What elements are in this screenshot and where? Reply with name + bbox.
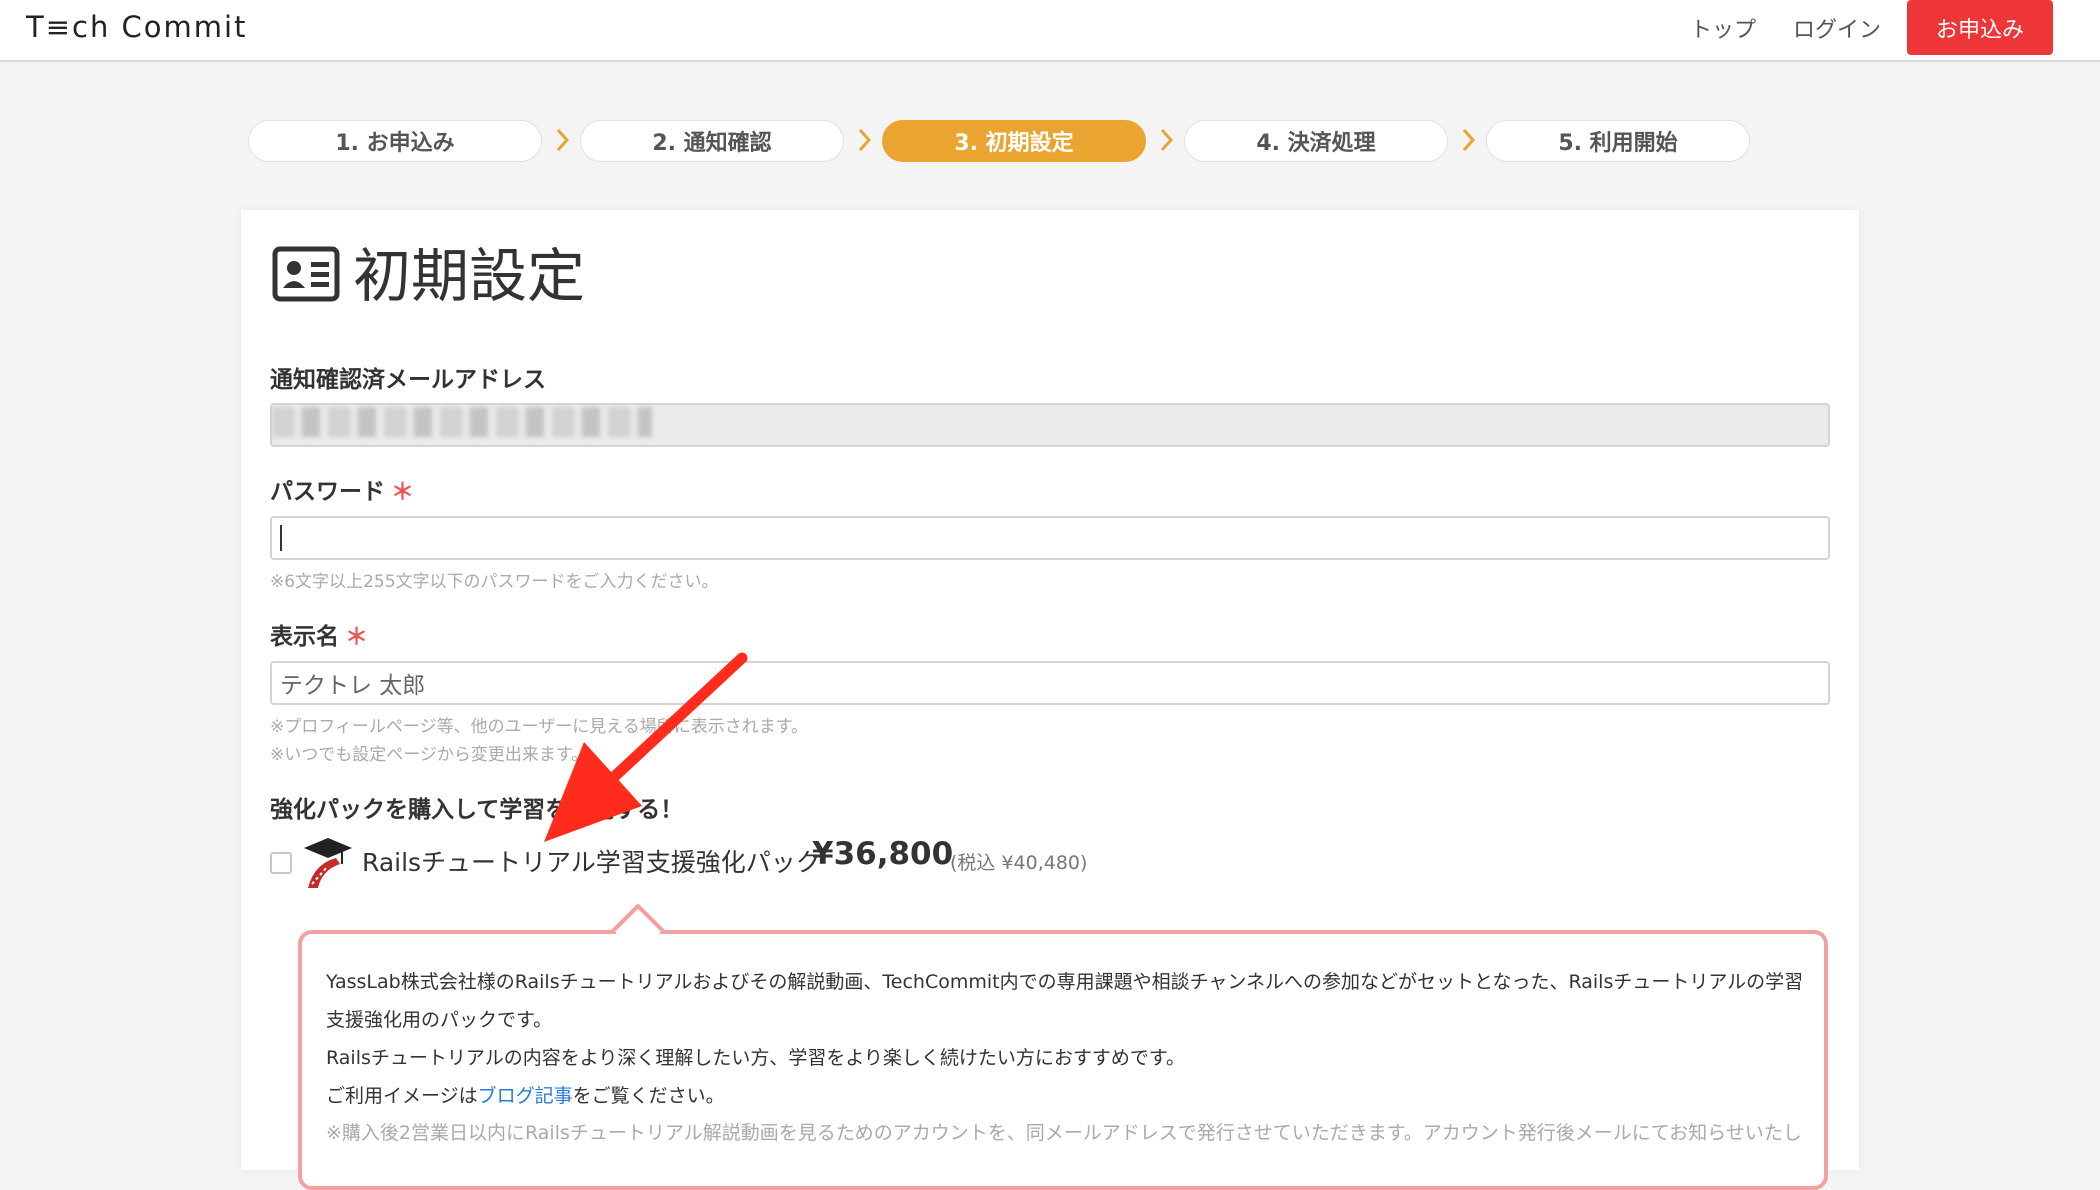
chevron-right-icon bbox=[1462, 128, 1476, 152]
display-name-placeholder: テクトレ 太郎 bbox=[280, 673, 426, 699]
required-mark: ＊ bbox=[345, 624, 368, 650]
pack-name[interactable]: Railsチュートリアル学習支援強化パック bbox=[362, 843, 821, 879]
techcommit-logo[interactable]: T≡ch Commit bbox=[26, 10, 247, 44]
usage-text-pre: ご利用イメージは bbox=[326, 1085, 478, 1107]
display-name-hint-1: ※プロフィールページ等、他のユーザーに見える場所に表示されます。 bbox=[270, 717, 809, 737]
pack-heading: 強化パックを購入して学習を強化する！ bbox=[270, 797, 684, 823]
required-mark: ＊ bbox=[391, 479, 414, 505]
nav-top-link[interactable]: トップ bbox=[1690, 12, 1756, 44]
id-card-icon bbox=[272, 246, 340, 302]
password-label-text: パスワード bbox=[270, 479, 385, 505]
display-name-label-text: 表示名 bbox=[270, 624, 339, 650]
chevron-right-icon bbox=[556, 128, 570, 152]
pack-tax: (税込 ¥40,480) bbox=[950, 852, 1088, 874]
step-1: 1. お申込み bbox=[248, 120, 542, 162]
step-3-active: 3. 初期設定 bbox=[882, 120, 1146, 162]
password-field[interactable] bbox=[270, 516, 1830, 560]
password-label: パスワード＊ bbox=[270, 472, 414, 506]
display-name-hint-2: ※いつでも設定ページから変更出来ます。 bbox=[270, 745, 589, 765]
blog-article-link[interactable]: ブログ記事 bbox=[478, 1085, 573, 1107]
apply-button[interactable]: お申込み bbox=[1907, 0, 2053, 55]
step-4: 4. 決済処理 bbox=[1184, 120, 1448, 162]
step-5: 5. 利用開始 bbox=[1486, 120, 1750, 162]
rails-tutorial-logo-icon bbox=[304, 838, 352, 888]
nav-login-link[interactable]: ログイン bbox=[1793, 12, 1881, 44]
pack-description-line-1: YassLab株式会社様のRailsチュートリアルおよびその解説動画、TechC… bbox=[326, 971, 1804, 993]
pack-account-note: ※購入後2営業日以内にRailsチュートリアル解説動画を見るためのアカウントを、… bbox=[326, 1122, 1802, 1144]
password-hint: ※6文字以上255文字以下のパスワードをご入力ください。 bbox=[270, 572, 719, 592]
pack-description-line-4: ご利用イメージはブログ記事をご覧ください。 bbox=[326, 1081, 725, 1108]
chevron-right-icon bbox=[858, 128, 872, 152]
usage-text-post: をご覧ください。 bbox=[572, 1085, 725, 1107]
display-name-field[interactable]: テクトレ 太郎 bbox=[270, 661, 1830, 705]
display-name-label: 表示名＊ bbox=[270, 617, 368, 651]
email-label: 通知確認済メールアドレス bbox=[270, 367, 546, 393]
blurred-email-value bbox=[272, 407, 652, 437]
pack-checkbox[interactable] bbox=[270, 852, 292, 874]
pack-price: ¥36,800 bbox=[812, 836, 954, 872]
text-caret bbox=[280, 525, 282, 551]
top-header: T≡ch Commit トップ ログイン お申込み bbox=[0, 0, 2100, 62]
pack-description-line-2: 支援強化用のパックです。 bbox=[326, 1009, 553, 1031]
page-title: 初期設定 bbox=[353, 242, 586, 310]
step-2: 2. 通知確認 bbox=[580, 120, 844, 162]
callout-notch bbox=[612, 904, 664, 934]
chevron-right-icon bbox=[1160, 128, 1174, 152]
pack-description-line-3: Railsチュートリアルの内容をより深く理解したい方、学習をより楽しく続けたい方… bbox=[326, 1047, 1186, 1069]
